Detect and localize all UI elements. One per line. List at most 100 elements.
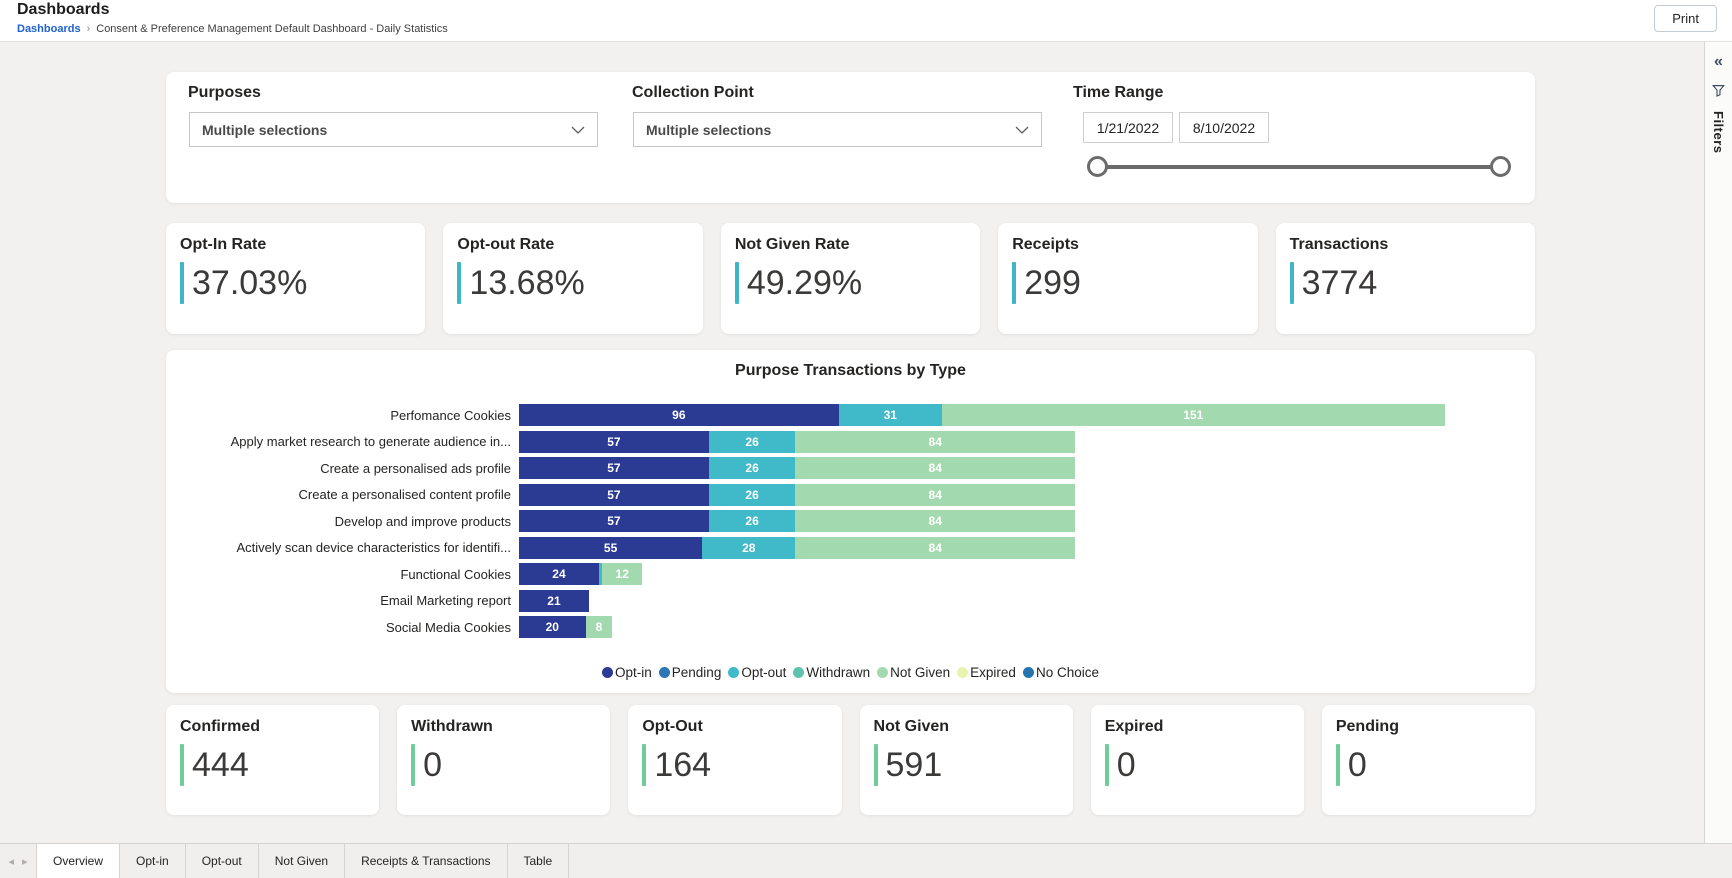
purposes-label: Purposes [188, 84, 261, 101]
kpi-card: Not Given Rate 49.29% [720, 223, 981, 334]
kpi-value: 0 [1116, 746, 1136, 784]
collection-point-dropdown[interactable]: Multiple selections [633, 112, 1042, 147]
kpi-accent-bar [873, 744, 878, 786]
print-button[interactable]: Print [1654, 5, 1717, 32]
legend-item-opt-out[interactable]: Opt-out [728, 665, 786, 680]
time-range-start-input[interactable]: 1/21/2022 [1083, 112, 1173, 143]
kpi-value-row: 49.29% [734, 262, 966, 304]
chart-bar-segment-opt-in[interactable]: 57 [519, 483, 709, 506]
collapse-panel-icon[interactable]: « [1714, 54, 1723, 70]
chart-category-label: Perfomance Cookies [390, 407, 511, 423]
chart-row: Email Marketing report 21 [166, 588, 1535, 615]
filter-funnel-icon[interactable] [1711, 84, 1726, 97]
chart-bar-stack: 57 26 84 [519, 510, 1518, 533]
chart-bar-segment-opt-out[interactable]: 31 [838, 404, 942, 427]
legend-dot-icon [957, 667, 969, 678]
chart-bar-segment-opt-out[interactable]: 26 [708, 510, 796, 533]
chart-bar-segment-opt-out[interactable]: 26 [708, 430, 796, 453]
legend-dot-icon [728, 667, 740, 678]
kpi-label: Opt-In Rate [180, 236, 267, 253]
kpi-value: 591 [885, 746, 943, 784]
chart-bar-segment-opt-in[interactable]: 57 [519, 430, 709, 453]
kpi-card: Transactions 3774 [1275, 223, 1536, 334]
kpi-label: Confirmed [180, 718, 260, 735]
purposes-dropdown-value: Multiple selections [202, 121, 328, 138]
tab-opt-in[interactable]: Opt-in [120, 844, 186, 878]
legend-label: Opt-out [741, 665, 787, 680]
legend-item-expired[interactable]: Expired [957, 665, 1016, 680]
legend-label: Expired [970, 665, 1016, 680]
chart-bar-segment-not-given[interactable]: 84 [795, 457, 1076, 480]
legend-item-opt-in[interactable]: Opt-in [602, 665, 652, 680]
kpi-label: Pending [1335, 718, 1399, 735]
legend-label: Not Given [890, 665, 951, 680]
kpi-card: Receipts 299 [998, 223, 1258, 334]
chart-bar-segment-not-given[interactable]: 8 [585, 616, 613, 639]
legend-label: Pending [671, 665, 722, 680]
kpi-value: 13.68% [469, 264, 585, 302]
app-header: Dashboards Dashboards › Consent & Prefer… [0, 0, 1732, 42]
chart-bar-segment-not-given[interactable]: 12 [602, 563, 643, 586]
chevron-down-icon [571, 126, 585, 134]
tab-next-icon[interactable]: ▸ [22, 855, 28, 868]
kpi-value-row: 3774 [1289, 262, 1521, 304]
time-range-slider-handle-start[interactable] [1087, 156, 1108, 177]
tab-prev-icon[interactable]: ◂ [8, 855, 14, 868]
chart-category-label: Actively scan device characteristics for… [236, 540, 511, 556]
kpi-card: Confirmed 444 [166, 705, 380, 815]
chart-row: Actively scan device characteristics for… [166, 535, 1535, 562]
filters-rail: « Filters [1704, 42, 1732, 843]
collection-point-label: Collection Point [632, 84, 754, 101]
chart-bar-segment-not-given[interactable]: 84 [795, 430, 1076, 453]
tab-table[interactable]: Table [508, 844, 570, 878]
legend-item-no-choice[interactable]: No Choice [1022, 665, 1099, 680]
report-canvas: Purposes Multiple selections Collection … [0, 42, 1703, 843]
kpi-value: 3774 [1301, 264, 1378, 302]
chart-bar-segment-not-given[interactable]: 84 [795, 483, 1076, 506]
legend-item-withdrawn[interactable]: Withdrawn [793, 665, 870, 680]
chart-bar-stack: 20 8 [519, 616, 1518, 639]
time-range-end-input[interactable]: 8/10/2022 [1179, 112, 1269, 143]
chart-bar-segment-not-given[interactable]: 84 [795, 510, 1076, 533]
chart-bar-segment-opt-in[interactable]: 57 [519, 510, 709, 533]
chart-bar-segment-opt-in[interactable]: 24 [519, 563, 599, 586]
kpi-value: 164 [654, 746, 712, 784]
chart-row: Create a personalised ads profile 57 26 84 [166, 455, 1535, 482]
legend-item-not-given[interactable]: Not Given [877, 665, 950, 680]
time-range-slider-handle-end[interactable] [1490, 156, 1511, 177]
chart-bar-stack: 24 12 [519, 563, 1518, 586]
chart-bar-segment-opt-in[interactable]: 57 [519, 457, 709, 480]
chart-category-label: Functional Cookies [400, 566, 511, 582]
legend-dot-icon [793, 667, 805, 678]
chart-bar-segment-opt-in[interactable]: 55 [519, 536, 703, 559]
kpi-row-top: Opt-In Rate 37.03% Opt-out Rate 13.68% Not G… [166, 223, 1536, 334]
chart-bar-segment-opt-in[interactable]: 20 [519, 616, 586, 639]
chart-category-label: Apply market research to generate audien… [230, 434, 511, 450]
kpi-value: 444 [192, 746, 249, 784]
chart-bar-segment-opt-out[interactable]: 28 [702, 536, 796, 559]
chart-bar-segment-opt-out[interactable]: 26 [708, 457, 796, 480]
chart-bar-segment-not-given[interactable]: 84 [795, 536, 1076, 559]
kpi-label: Withdrawn [411, 718, 493, 735]
chart-bar-segment-opt-in[interactable]: 21 [519, 589, 589, 612]
chart-bar-segment-opt-in[interactable]: 96 [519, 404, 839, 427]
kpi-accent-bar [1012, 262, 1017, 304]
legend-item-pending[interactable]: Pending [658, 665, 722, 680]
tab-not-given[interactable]: Not Given [259, 844, 346, 878]
tab-opt-out[interactable]: Opt-out [186, 844, 259, 878]
chart-row: Functional Cookies 24 12 [166, 561, 1535, 588]
chart-bar-stack: 21 [519, 589, 1518, 612]
chart-legend: Opt-in Pending Opt-out Withdrawn Not Given Ex… [166, 665, 1535, 680]
tab-overview[interactable]: Overview [36, 844, 121, 878]
kpi-accent-bar [1335, 744, 1340, 786]
chart-bar-stack: 57 26 84 [519, 430, 1518, 453]
tab-receipts-transactions[interactable]: Receipts & Transactions [345, 844, 508, 878]
time-range-slider-track[interactable] [1097, 165, 1501, 169]
breadcrumb-root-link[interactable]: Dashboards [17, 23, 81, 35]
kpi-accent-bar [457, 262, 462, 304]
chart-bar-segment-not-given[interactable]: 151 [941, 404, 1445, 427]
kpi-card: Opt-In Rate 37.03% [166, 223, 426, 334]
purposes-dropdown[interactable]: Multiple selections [189, 112, 598, 147]
chart-bar-segment-opt-out[interactable]: 26 [708, 483, 796, 506]
chart-bar-stack: 57 26 84 [519, 457, 1518, 480]
